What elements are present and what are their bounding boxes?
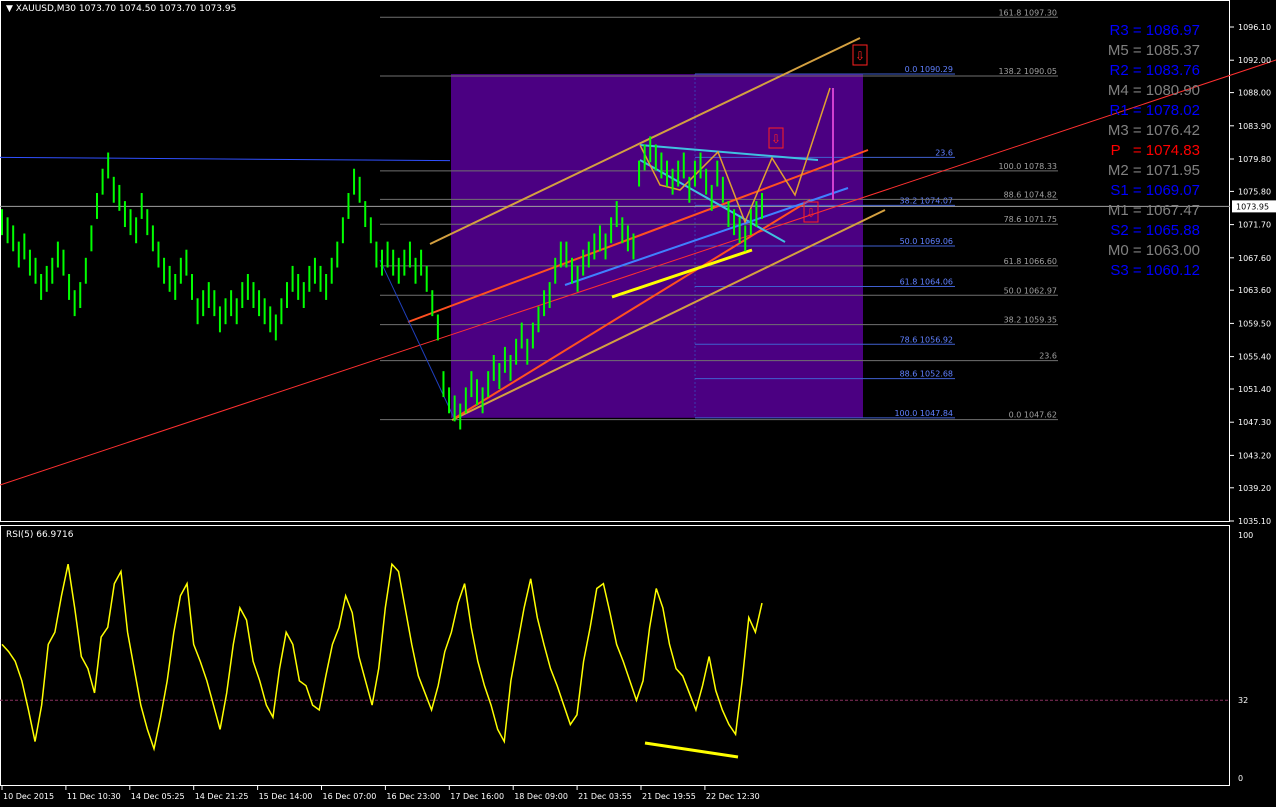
rsi-tick-label: 32 <box>1238 696 1248 705</box>
time-label: 14 Dec 21:25 <box>195 792 249 801</box>
price-tick-label: 1083.90 <box>1238 122 1271 131</box>
price-tick-label: 1039.20 <box>1238 484 1271 493</box>
symbol-label: XAUUSD,M30 <box>15 4 77 14</box>
fib-left-label: 100.0 1047.84 <box>894 409 953 418</box>
time-label: 14 Dec 05:25 <box>131 792 185 801</box>
time-label: 21 Dec 03:55 <box>578 792 632 801</box>
fib-right-label: 50.0 1062.97 <box>1004 286 1057 295</box>
pivot-level-label: R1 = 1078.02 <box>1109 102 1201 119</box>
sell-arrow-glyph: ⇩ <box>806 206 816 220</box>
sell-arrow-glyph: ⇩ <box>855 49 865 63</box>
rsi-tick-label: 100 <box>1238 531 1253 540</box>
chart-header: ▼ XAUUSD,M30 1073.70 1074.50 1073.70 107… <box>6 4 236 14</box>
price-tick-label: 1063.60 <box>1238 286 1271 295</box>
trading-chart: 0.0 1090.29 23.6 38.2 1074.07 50.0 1069.06 6… <box>0 0 1276 801</box>
fib-right-label: 38.2 1059.35 <box>1004 316 1057 325</box>
fib-left-label: 0.0 1090.29 <box>905 65 953 74</box>
fib-left-label: 23.6 <box>935 148 953 157</box>
price-tick-label: 1096.10 <box>1238 23 1271 32</box>
pivot-level-label: S2 = 1065.88 <box>1110 222 1200 239</box>
ohlc-values: 1073.70 1074.50 1073.70 1073.95 <box>78 4 237 14</box>
horizontal-level-line <box>0 156 451 162</box>
fib-left-label: 50.0 1069.06 <box>900 237 953 246</box>
pivot-level-label: M1 = 1067.47 <box>1107 202 1200 219</box>
pivot-level-label: M2 = 1071.95 <box>1107 162 1200 179</box>
rsi-divergence-line <box>644 741 739 759</box>
pivot-level-label: R2 = 1083.76 <box>1109 62 1201 79</box>
time-label: 22 Dec 12:30 <box>706 792 760 801</box>
fib-left-label: 38.2 1074.07 <box>900 196 953 205</box>
fib-left-label: 61.8 1064.06 <box>900 277 953 286</box>
rsi-line <box>1 562 763 752</box>
time-label: 18 Dec 09:00 <box>514 792 568 801</box>
rsi-panel-frame <box>0 525 1230 786</box>
pivot-level-label: P = 1074.83 <box>1110 142 1200 159</box>
fib-right-label: 88.6 1074.82 <box>1004 190 1057 199</box>
rsi-panel: 100 32 0 <box>0 531 1253 783</box>
fib-right-label: 161.8 1097.30 <box>998 8 1057 17</box>
pivot-level-label: M3 = 1076.42 <box>1107 122 1200 139</box>
time-axis: 10 Dec 2015 11 Dec 10:30 14 Dec 05:25 14 De… <box>1 786 760 801</box>
price-tick-label: 1055.40 <box>1238 353 1271 362</box>
pivot-level-label: M4 = 1080.90 <box>1107 82 1200 99</box>
time-label: 11 Dec 10:30 <box>67 792 121 801</box>
pivot-level-label: S3 = 1060.12 <box>1110 262 1200 279</box>
price-tick-label: 1059.50 <box>1238 319 1271 328</box>
fib-right-label: 0.0 1047.62 <box>1009 411 1057 420</box>
pivot-level-label: M0 = 1063.00 <box>1107 242 1200 259</box>
pivot-level-label: M5 = 1085.37 <box>1107 42 1200 59</box>
rsi-tick-label: 0 <box>1238 774 1243 783</box>
price-tick-label: 1079.80 <box>1238 155 1271 164</box>
price-tick-label: 1088.00 <box>1238 89 1271 98</box>
price-tick-label: 1071.70 <box>1238 221 1271 230</box>
time-label: 21 Dec 19:55 <box>642 792 696 801</box>
price-tick-label: 1075.80 <box>1238 187 1271 196</box>
time-label: 15 Dec 14:00 <box>259 792 313 801</box>
sell-arrow-glyph: ⇩ <box>771 132 781 146</box>
price-axis: 1096.10 1092.00 1088.00 1083.90 1079.80 1075.… <box>1230 23 1276 526</box>
fib-right-label: 78.6 1071.75 <box>1004 215 1057 224</box>
fib-right-label: 61.8 1066.60 <box>1004 257 1057 266</box>
price-tick-label: 1051.40 <box>1238 385 1271 394</box>
fib-right-label: 100.0 1078.33 <box>998 162 1057 171</box>
price-tick-label: 1047.30 <box>1238 418 1271 427</box>
pivot-level-label: R3 = 1086.97 <box>1109 22 1201 39</box>
time-label: 10 Dec 2015 <box>3 792 54 801</box>
fib-right-label: 23.6 <box>1039 352 1057 361</box>
dropdown-triangle-icon[interactable]: ▼ <box>6 4 13 14</box>
fib-left-label: 88.6 1052.68 <box>900 370 953 379</box>
fib-left-label: 78.6 1056.92 <box>900 335 953 344</box>
rsi-header: RSI(5) 66.9716 <box>6 530 74 540</box>
price-tick-label: 1067.60 <box>1238 254 1271 263</box>
time-label: 17 Dec 16:00 <box>450 792 504 801</box>
time-label: 16 Dec 07:00 <box>323 792 377 801</box>
price-tick-label: 1092.00 <box>1238 56 1271 65</box>
price-tick-label: 1043.20 <box>1238 451 1271 460</box>
current-price-label: 1073.95 <box>1236 202 1269 211</box>
fib-right-label: 138.2 1090.05 <box>998 67 1057 76</box>
time-label: 16 Dec 23:00 <box>386 792 440 801</box>
pivot-level-label: S1 = 1069.07 <box>1110 182 1200 199</box>
price-tick-label: 1035.10 <box>1238 517 1271 526</box>
